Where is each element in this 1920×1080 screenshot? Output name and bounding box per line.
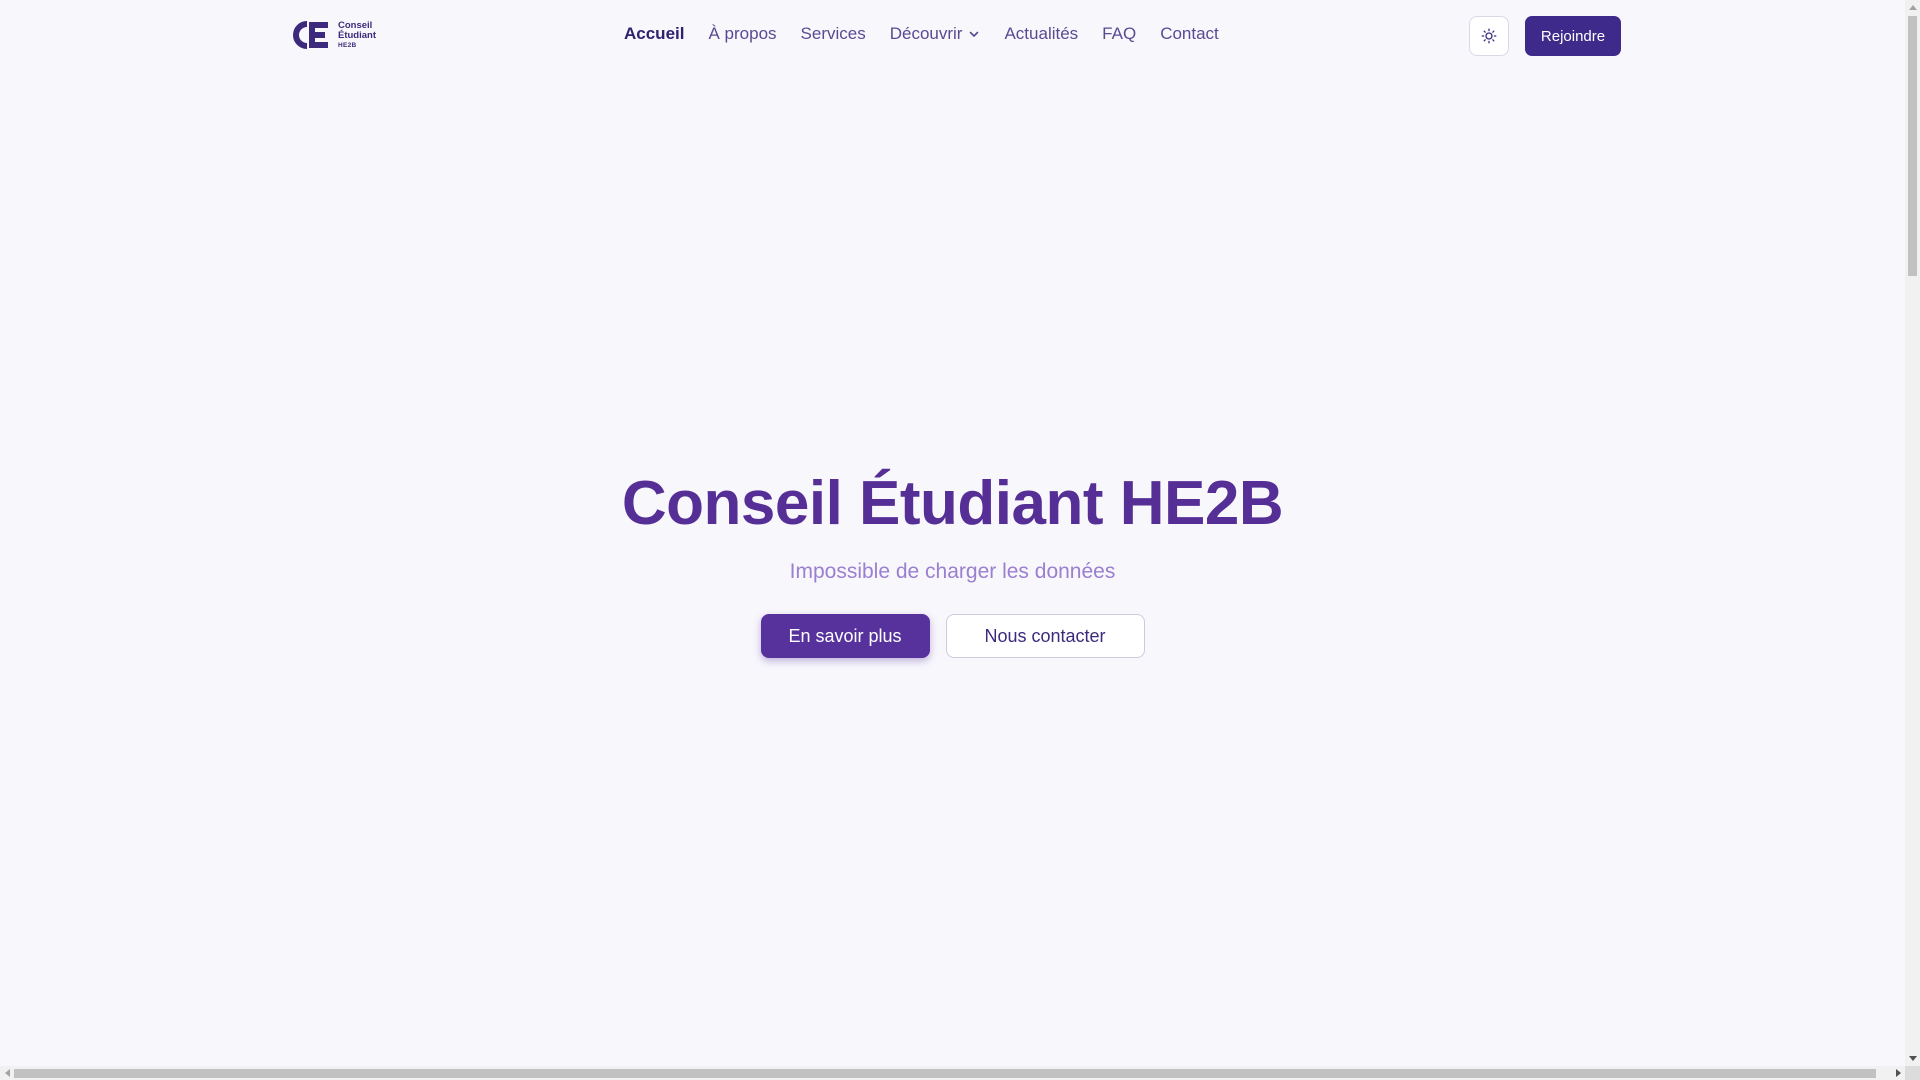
horizontal-scrollbar[interactable]: [0, 1066, 1905, 1080]
hero-section: Conseil Étudiant HE2B Impossible de char…: [0, 469, 1905, 659]
logo-line-2: Étudiant: [338, 30, 376, 42]
hero-title: Conseil Étudiant HE2B: [621, 469, 1284, 538]
vertical-scrollbar[interactable]: [1905, 0, 1920, 1066]
scrollbar-corner: [1905, 1066, 1920, 1080]
nav-item-actualites[interactable]: Actualités: [1004, 24, 1078, 44]
hero-subtitle: Impossible de charger les données: [789, 560, 1116, 584]
scroll-up-arrow-icon[interactable]: [1905, 0, 1920, 15]
nav-item-services[interactable]: Services: [801, 24, 866, 44]
sun-icon: [1481, 28, 1497, 44]
chevron-down-icon: [970, 31, 979, 37]
scroll-down-arrow-icon[interactable]: [1905, 1051, 1920, 1066]
nav-item-faq[interactable]: FAQ: [1102, 24, 1136, 44]
nav-item-decouvrir[interactable]: Découvrir: [890, 24, 981, 44]
main-nav: Accueil À propos Services Découvrir Actu…: [624, 24, 1219, 44]
logo-text: Conseil Étudiant HE2B: [338, 21, 376, 50]
logo-line-3: HE2B: [338, 41, 357, 49]
nav-item-decouvrir-label: Découvrir: [889, 24, 963, 43]
logo[interactable]: Conseil Étudiant HE2B: [291, 20, 376, 50]
learn-more-button[interactable]: En savoir plus: [760, 614, 930, 659]
hero-actions: En savoir plus Nous contacter: [0, 614, 1905, 659]
ce-logo-icon: [293, 21, 328, 49]
horizontal-scroll-thumb[interactable]: [14, 1069, 1876, 1078]
logo-line-1: Conseil: [338, 19, 373, 31]
vertical-scroll-thumb[interactable]: [1908, 16, 1917, 276]
join-button[interactable]: Rejoindre: [1525, 16, 1621, 56]
page: Conseil Étudiant HE2B Accueil À propos S…: [0, 0, 1905, 1066]
nav-item-contact[interactable]: Contact: [1160, 24, 1219, 44]
site-header: Conseil Étudiant HE2B Accueil À propos S…: [0, 0, 1905, 72]
nav-item-accueil[interactable]: Accueil: [624, 24, 684, 44]
nav-item-a-propos[interactable]: À propos: [708, 24, 776, 44]
scroll-right-arrow-icon[interactable]: [1891, 1066, 1905, 1080]
scroll-left-arrow-icon[interactable]: [0, 1066, 14, 1080]
theme-toggle-button[interactable]: [1469, 16, 1509, 56]
contact-us-button[interactable]: Nous contacter: [945, 614, 1145, 659]
